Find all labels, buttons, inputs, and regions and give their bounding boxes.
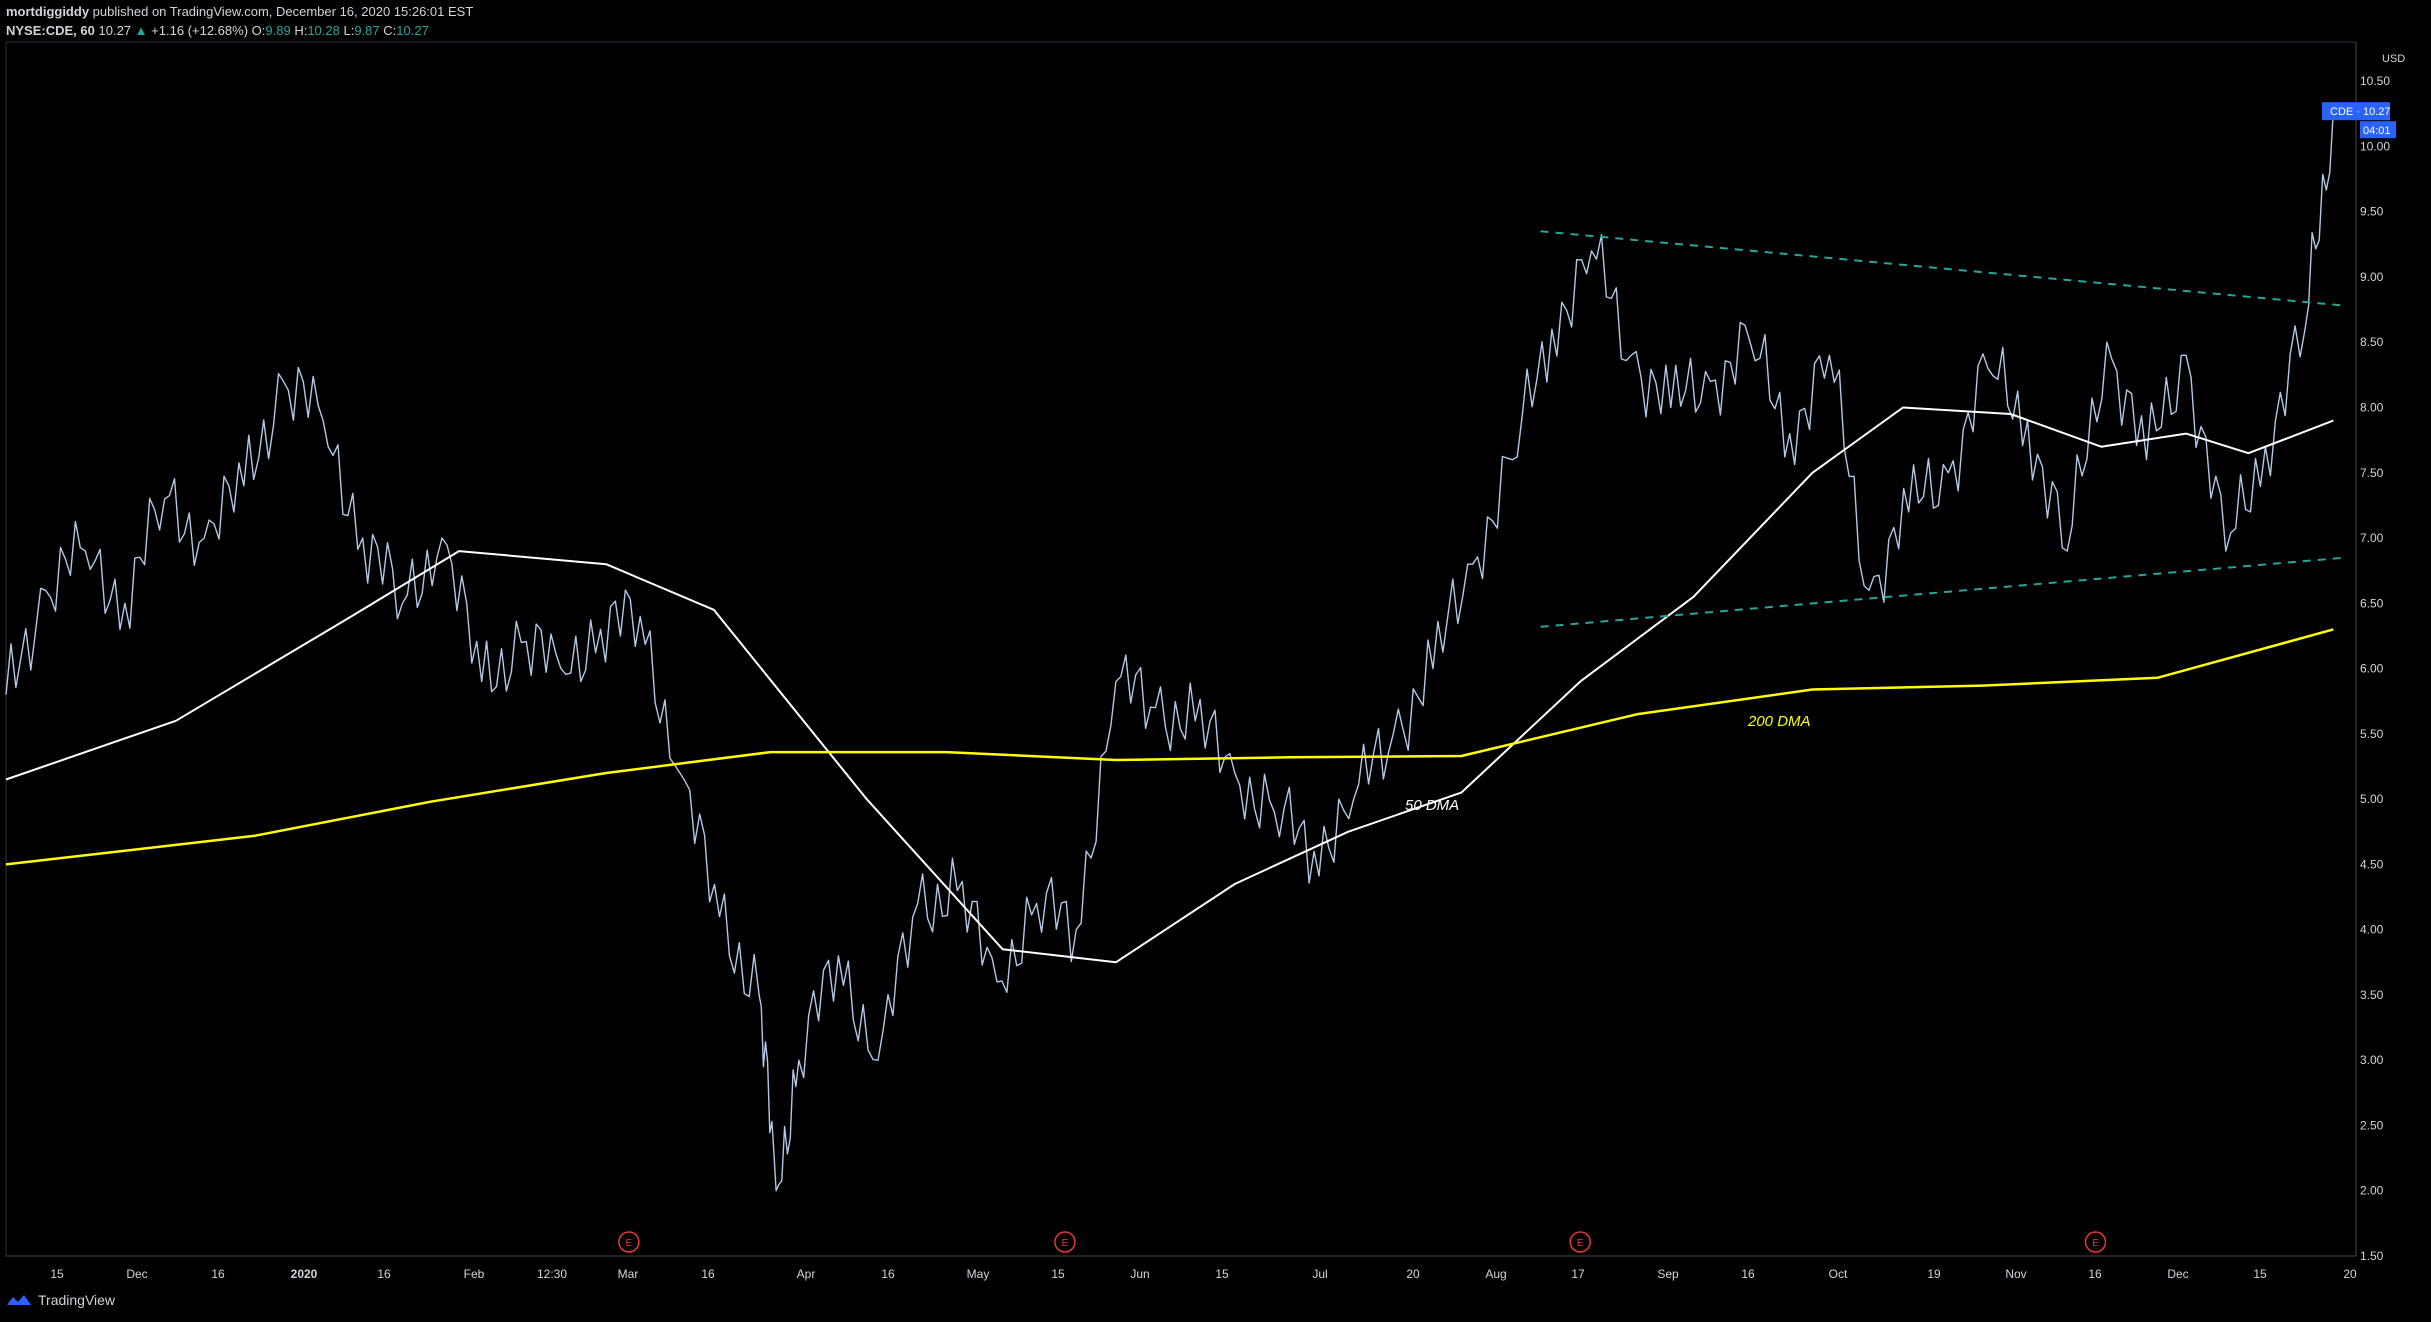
price-tick-label: 6.50: [2360, 596, 2384, 610]
time-tick-label: Aug: [1485, 1267, 1506, 1281]
last-price-badge-label: CDE · 10.27: [2330, 106, 2391, 118]
price-tick-label: 4.50: [2360, 857, 2384, 871]
price-tick-label: 9.50: [2360, 205, 2384, 219]
time-tick-label: 15: [2253, 1267, 2267, 1281]
price-tick-label: 2.00: [2360, 1184, 2384, 1198]
tradingview-logo-icon: [7, 1295, 31, 1305]
ma50-annotation: 50 DMA: [1405, 797, 1459, 814]
time-tick-label: Dec: [2167, 1267, 2188, 1281]
time-tick-label: Feb: [464, 1267, 485, 1281]
price-tick-label: 10.00: [2360, 139, 2390, 153]
time-tick-label: 16: [1741, 1267, 1755, 1281]
time-tick-label: Apr: [797, 1267, 816, 1281]
time-tick-label: 16: [211, 1267, 225, 1281]
time-tick-label: Jul: [1312, 1267, 1327, 1281]
time-tick-label: 2020: [291, 1267, 318, 1281]
price-tick-label: 3.00: [2360, 1053, 2384, 1067]
price-tick-label: 9.00: [2360, 270, 2384, 284]
time-tick-label: 15: [50, 1267, 64, 1281]
time-tick-label: 19: [1927, 1267, 1941, 1281]
time-tick-label: 15: [1215, 1267, 1229, 1281]
price-tick-label: 2.50: [2360, 1118, 2384, 1132]
price-labels: CDE · 10.27 04:01: [2322, 102, 2396, 139]
resistance-trendline[interactable]: [1540, 230, 2345, 307]
price-tick-label: 7.50: [2360, 466, 2384, 480]
time-tick-label: 16: [2088, 1267, 2102, 1281]
time-tick-label: Dec: [126, 1267, 147, 1281]
time-tick-label: 20: [1406, 1267, 1420, 1281]
time-tick-label: Oct: [1829, 1267, 1848, 1281]
price-tick-label: 1.50: [2360, 1249, 2384, 1263]
earnings-layer: EEEE: [618, 1231, 2107, 1253]
plot-frame: [5, 41, 2357, 1257]
time-axis[interactable]: 15 Dec 16 2020 16 Feb 12:30 Mar 16 Apr 16 May 15 Jun 1…: [50, 1267, 2357, 1281]
time-tick-label: Nov: [2005, 1267, 2026, 1281]
time-tick-label: 16: [377, 1267, 391, 1281]
footer: TradingView: [6, 1292, 115, 1308]
price-tick-label: 8.50: [2360, 335, 2384, 349]
time-tick-label: May: [967, 1267, 990, 1281]
price-tick-label: 5.50: [2360, 727, 2384, 741]
brand-name[interactable]: TradingView: [38, 1292, 115, 1308]
price-tick-label: 4.00: [2360, 923, 2384, 937]
time-tick-label: 16: [881, 1267, 895, 1281]
time-tick-label: Mar: [618, 1267, 639, 1281]
price-tick-label: 5.00: [2360, 792, 2384, 806]
time-tick-label: 20: [2343, 1267, 2357, 1281]
price-tick-label: 8.00: [2360, 401, 2384, 415]
time-tick-label: Jun: [1130, 1267, 1149, 1281]
support-trendline[interactable]: [1540, 556, 2345, 628]
countdown-label: 04:01: [2363, 125, 2391, 137]
time-tick-label: 16: [701, 1267, 715, 1281]
earnings-marker-label: E: [1062, 1238, 1069, 1249]
earnings-marker-label: E: [626, 1238, 633, 1249]
time-tick-label: 15: [1051, 1267, 1065, 1281]
ma200-annotation: 200 DMA: [1747, 713, 1811, 730]
price-chart[interactable]: 10.50 10.00 9.50 9.00 8.50 8.00 7.50 7.00 6.50 6.…: [0, 0, 2431, 1322]
earnings-marker-label: E: [1577, 1238, 1584, 1249]
price-tick-label: 3.50: [2360, 988, 2384, 1002]
time-tick-label: Sep: [1657, 1267, 1679, 1281]
earnings-marker-label: E: [2092, 1238, 2099, 1249]
price-tick-label: 7.00: [2360, 531, 2384, 545]
price-series-line: [5, 111, 2334, 1192]
time-tick-label: 12:30: [537, 1267, 567, 1281]
price-tick-label: 6.00: [2360, 662, 2384, 676]
price-axis[interactable]: 10.50 10.00 9.50 9.00 8.50 8.00 7.50 7.00 6.50 6.…: [2360, 74, 2390, 1263]
series-layer: [5, 111, 2334, 1192]
currency-label[interactable]: USD: [2382, 53, 2405, 65]
time-tick-label: 17: [1571, 1267, 1585, 1281]
price-tick-label: 10.50: [2360, 74, 2390, 88]
trendline-layer[interactable]: [1540, 230, 2345, 628]
